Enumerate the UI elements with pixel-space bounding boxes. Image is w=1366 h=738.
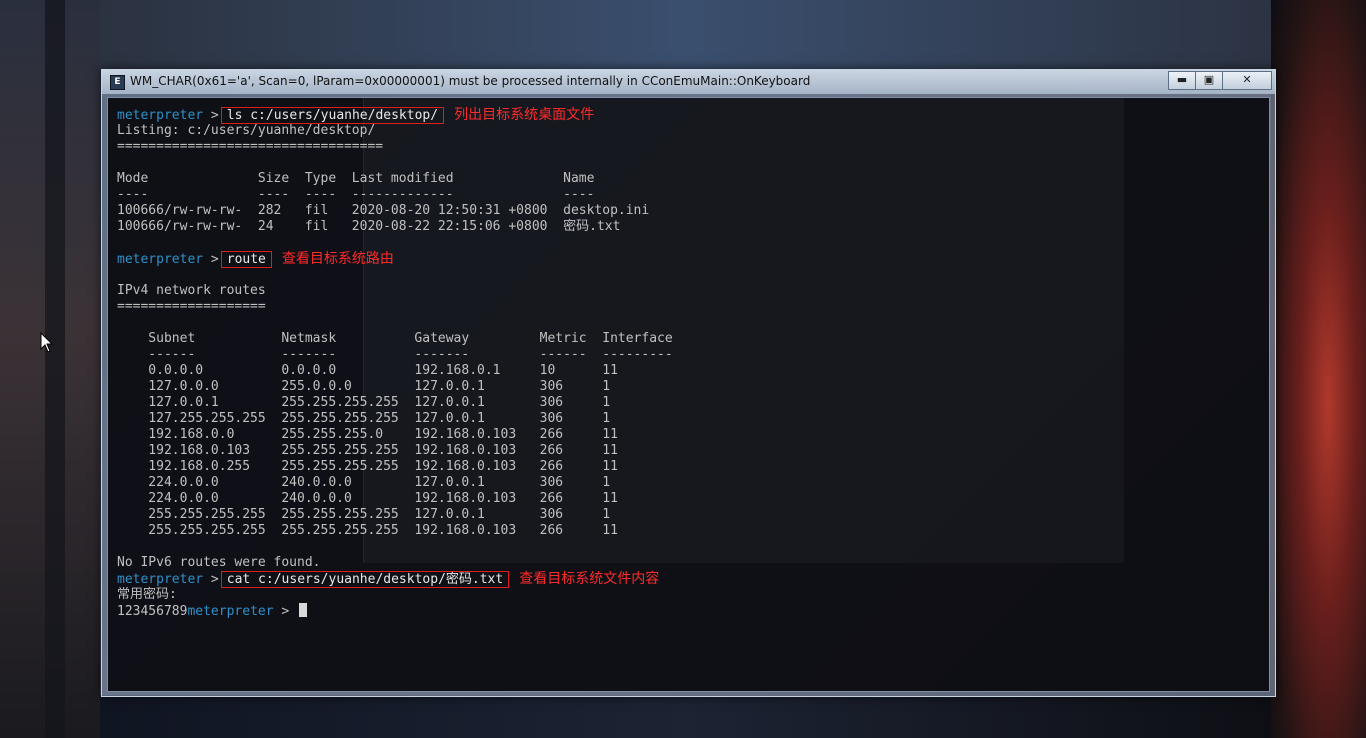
prompt-label: meterpreter xyxy=(117,572,204,587)
route-row: 255.255.255.255 255.255.255.255 127.0.0.… xyxy=(117,507,611,522)
file-table-header: Mode Size Type Last modified Name xyxy=(117,171,595,186)
terminal-console[interactable]: meterpreter > ls c:/users/yuanhe/desktop/… xyxy=(107,97,1270,692)
command-highlight-cat: cat c:/users/yuanhe/desktop/密码.txt xyxy=(220,571,510,588)
route-row: 255.255.255.255 255.255.255.255 192.168.… xyxy=(117,523,618,538)
command-line-route: meterpreter > route 查看目标系统路由 xyxy=(117,251,394,268)
prompt-chevron: > xyxy=(210,572,219,587)
command-line-cat: meterpreter > cat c:/users/yuanhe/desktop… xyxy=(117,571,660,588)
minimize-button[interactable]: ▬ xyxy=(1168,71,1196,90)
ipv4-routes-title: IPv4 network routes xyxy=(117,283,266,298)
route-row: 127.0.0.1 255.255.255.255 127.0.0.1 306 … xyxy=(117,395,611,410)
file-content-password: 123456789 xyxy=(117,604,188,619)
route-row: 127.0.0.0 255.0.0.0 127.0.0.1 306 1 xyxy=(117,379,611,394)
prompt-label: meterpreter xyxy=(117,108,204,123)
wallpaper-bottom xyxy=(100,695,1271,738)
prompt-chevron: > xyxy=(210,252,219,267)
prompt-chevron: > xyxy=(281,604,290,619)
prompt-label: meterpreter xyxy=(187,604,274,619)
command-highlight-route: route xyxy=(220,251,272,268)
close-button[interactable]: ✕ xyxy=(1222,71,1272,90)
prompt-chevron: > xyxy=(210,108,219,123)
command-line-ls: meterpreter > ls c:/users/yuanhe/desktop/… xyxy=(117,107,595,124)
title-bar[interactable]: E WM_CHAR(0x61='a', Scan=0, lParam=0x000… xyxy=(102,70,1275,94)
file-row: 100666/rw-rw-rw- 24 fil 2020-08-22 22:15… xyxy=(117,219,621,234)
route-row: 192.168.0.0 255.255.255.0 192.168.0.103 … xyxy=(117,427,618,442)
annotation-cat: 查看目标系统文件内容 xyxy=(519,571,660,587)
window-title: WM_CHAR(0x61='a', Scan=0, lParam=0x00000… xyxy=(130,74,811,88)
wallpaper-top xyxy=(100,0,1271,70)
command-input-line[interactable]: 123456789meterpreter > xyxy=(117,603,308,619)
route-table-dash: ------ ------- ------- ------ --------- xyxy=(117,347,673,362)
ipv4-routes-separator: =================== xyxy=(117,299,266,314)
text-cursor xyxy=(299,603,308,617)
conemu-app-icon[interactable]: E xyxy=(110,75,125,90)
route-row: 192.168.0.255 255.255.255.255 192.168.0.… xyxy=(117,459,618,474)
route-table-header: Subnet Netmask Gateway Metric Interface xyxy=(117,331,673,346)
mouse-pointer-icon xyxy=(40,332,54,353)
listing-separator: ================================== xyxy=(117,139,384,154)
route-row: 192.168.0.103 255.255.255.255 192.168.0.… xyxy=(117,443,618,458)
no-ipv6-message: No IPv6 routes were found. xyxy=(117,555,321,570)
wallpaper-pole xyxy=(45,0,65,738)
command-highlight-ls: ls c:/users/yuanhe/desktop/ xyxy=(220,107,445,124)
annotation-route: 查看目标系统路由 xyxy=(281,251,394,267)
conemu-window[interactable]: E WM_CHAR(0x61='a', Scan=0, lParam=0x000… xyxy=(101,69,1276,697)
file-content-line: 常用密码: xyxy=(117,587,177,602)
route-row: 127.255.255.255 255.255.255.255 127.0.0.… xyxy=(117,411,611,426)
route-row: 224.0.0.0 240.0.0.0 127.0.0.1 306 1 xyxy=(117,475,611,490)
file-table-dash: ---- ---- ---- ------------- ---- xyxy=(117,187,595,202)
wallpaper-right xyxy=(1271,0,1366,738)
maximize-button[interactable]: ▣ xyxy=(1195,71,1223,90)
route-row: 0.0.0.0 0.0.0.0 192.168.0.1 10 11 xyxy=(117,363,618,378)
listing-path: Listing: c:/users/yuanhe/desktop/ xyxy=(117,123,376,138)
annotation-ls: 列出目标系统桌面文件 xyxy=(454,107,595,123)
route-row: 224.0.0.0 240.0.0.0 192.168.0.103 266 11 xyxy=(117,491,618,506)
prompt-label: meterpreter xyxy=(117,252,204,267)
file-row: 100666/rw-rw-rw- 282 fil 2020-08-20 12:5… xyxy=(117,203,650,218)
